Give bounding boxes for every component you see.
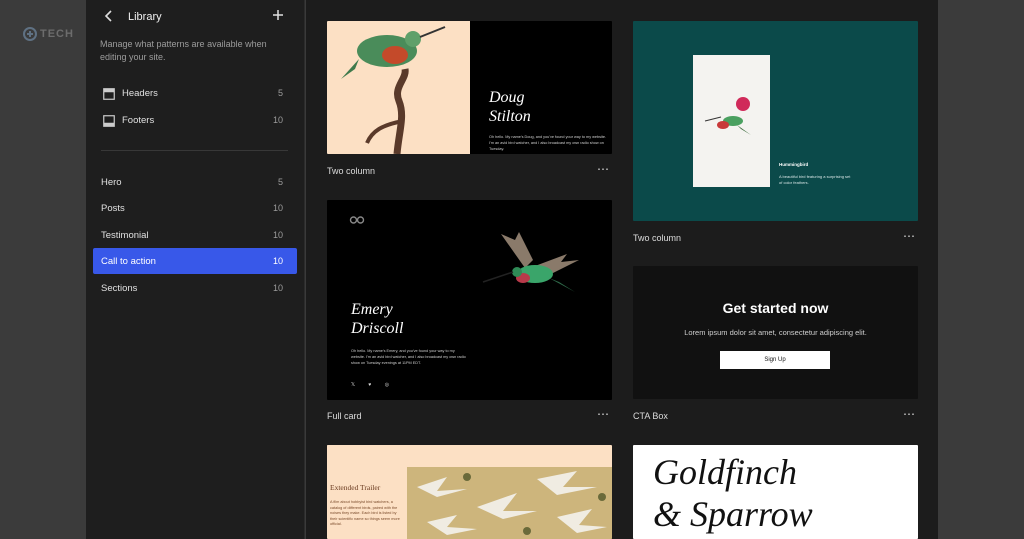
pattern-card-full-card[interactable]: Emery Driscoll Oh hello. My name's Emery… <box>327 200 612 400</box>
sidebar-item-count: 10 <box>272 230 283 240</box>
pattern-label: Full card <box>327 411 362 421</box>
sidebar-item-label: Testimonial <box>101 230 149 241</box>
sidebar-item-hero[interactable]: Hero 5 <box>93 169 297 195</box>
card-body-text: A film about hobbyist bird watchers, a c… <box>330 500 400 526</box>
pattern-card-extended-trailer[interactable]: Extended Trailer A film about hobbyist b… <box>327 445 612 539</box>
footer-layout-icon <box>103 114 115 127</box>
more-options-icon[interactable]: ⋯ <box>597 163 611 176</box>
pattern-label: Two column <box>327 166 376 176</box>
card-top-band <box>327 445 612 467</box>
sidebar-item-footers[interactable]: Footers 10 <box>93 107 297 133</box>
back-arrow-icon[interactable] <box>104 9 118 27</box>
pattern-card-two-column-hummingbird[interactable]: Hummingbird A beautiful bird featuring a… <box>633 21 918 221</box>
add-pattern-icon[interactable] <box>272 8 284 26</box>
social-icons: 𝕏 ♥ ◎ <box>351 382 396 388</box>
card-body-text: Oh hello. My name's Emery, and you've fo… <box>351 349 466 365</box>
card-image-panel <box>327 21 470 154</box>
header-layout-icon <box>103 87 115 100</box>
backdrop-right <box>938 0 1024 539</box>
sidebar-divider <box>101 150 288 151</box>
sidebar-description: Manage what patterns are available when … <box>100 39 267 62</box>
watermark-text: TECH <box>40 28 74 40</box>
sidebar-item-headers[interactable]: Headers 5 <box>93 80 297 106</box>
sidebar-item-sections[interactable]: Sections 10 <box>93 275 297 301</box>
sidebar-item-call-to-action[interactable]: Call to action 10 <box>93 248 297 274</box>
sign-up-button[interactable]: Sign Up <box>720 351 830 369</box>
sidebar-item-label: Hero <box>101 177 122 188</box>
card-title: Extended Trailer <box>330 483 381 492</box>
more-options-icon[interactable]: ⋯ <box>903 408 917 421</box>
card-person-name: Emery Driscoll <box>351 301 404 337</box>
sidebar-item-label: Footers <box>122 115 155 126</box>
cta-title: Get started now <box>722 300 829 316</box>
card-image-frame <box>693 55 770 187</box>
hummingbird-illustration <box>704 97 751 135</box>
card-teal-panel <box>633 21 918 221</box>
pattern-grid: Doug Stilton Oh hello. My name's Doug, a… <box>306 0 938 539</box>
card-body-text: Oh hello. My name's Doug, and you've fou… <box>489 135 607 151</box>
flying-birds-pattern-illustration <box>407 467 612 539</box>
card-person-name: Doug Stilton <box>489 89 531 125</box>
card-title: Hummingbird <box>779 162 809 167</box>
hummingbird-illustration <box>482 232 579 292</box>
sidebar-item-label: Posts <box>101 203 125 214</box>
sidebar-item-count: 5 <box>277 88 283 98</box>
sidebar-header: Library <box>86 0 305 36</box>
sidebar-item-count: 10 <box>272 203 283 213</box>
pattern-card-goldfinch-sparrow[interactable]: Goldfinch & Sparrow <box>633 445 918 539</box>
sidebar-title: Library <box>128 11 162 23</box>
sidebar-item-label: Headers <box>122 88 158 99</box>
card-pattern-image <box>407 467 612 539</box>
sidebar-item-label: Call to action <box>101 256 156 267</box>
more-options-icon[interactable]: ⋯ <box>903 230 917 243</box>
sidebar-item-count: 10 <box>272 256 283 266</box>
sidebar-item-testimonial[interactable]: Testimonial 10 <box>93 222 297 248</box>
pattern-card-cta-box[interactable]: Get started now Lorem ipsum dolor sit am… <box>633 266 918 399</box>
bird-on-branch-illustration <box>341 26 446 154</box>
infinity-logo-icon <box>349 211 365 229</box>
backdrop-left <box>0 0 86 539</box>
pattern-card-two-column[interactable]: Doug Stilton Oh hello. My name's Doug, a… <box>327 21 612 154</box>
sidebar-item-posts[interactable]: Posts 10 <box>93 195 297 221</box>
sidebar-item-count: 10 <box>272 115 283 125</box>
cta-subtitle: Lorem ipsum dolor sit amet, consectetur … <box>684 328 867 337</box>
watermark-logo-icon <box>22 26 38 42</box>
sidebar-item-count: 10 <box>272 283 283 293</box>
sidebar-item-count: 5 <box>277 177 283 187</box>
library-sidebar: Library Manage what patterns are availab… <box>86 0 305 539</box>
more-options-icon[interactable]: ⋯ <box>597 408 611 421</box>
card-body-text: A beautiful bird featuring a surprising … <box>779 174 851 185</box>
pattern-label: CTA Box <box>633 411 668 421</box>
pattern-label: Two column <box>633 233 682 243</box>
sidebar-item-label: Sections <box>101 283 138 294</box>
card-title: Goldfinch & Sparrow <box>653 452 813 534</box>
